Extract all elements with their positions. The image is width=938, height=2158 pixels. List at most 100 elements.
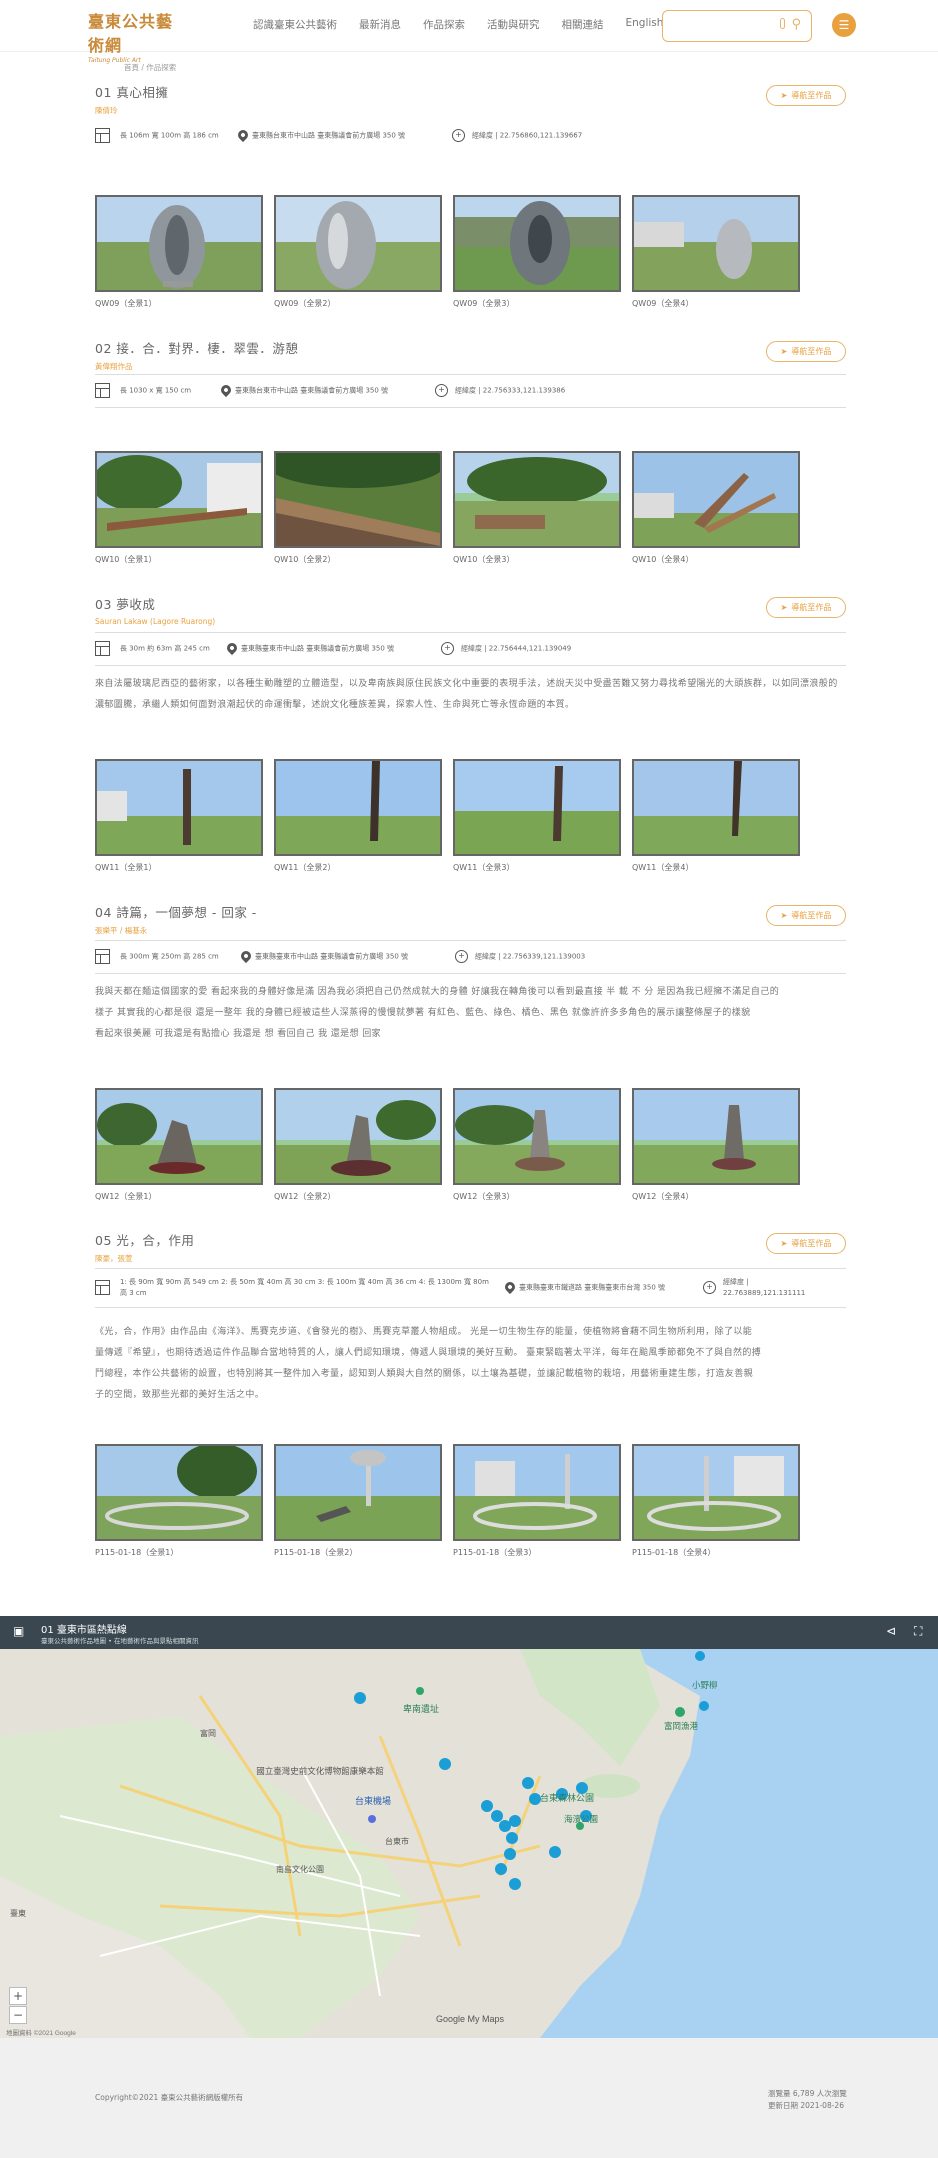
share-icon[interactable]: ⊲ <box>886 1624 896 1638</box>
nav-news[interactable]: 最新消息 <box>359 17 401 32</box>
search-input[interactable] <box>671 11 781 41</box>
navigate-label: 導航至作品 <box>791 91 832 100</box>
size-icon <box>95 949 110 964</box>
photo-card[interactable]: QW09（全景2） <box>274 195 442 309</box>
map-embed[interactable]: 卑南遺址 國立臺灣史前文化博物館康樂本館 台東機場 台東市 台東森林公園 海濱公… <box>0 1616 938 2038</box>
navigate-button[interactable]: ➤ 導航至作品 <box>766 85 846 106</box>
photo-card[interactable]: QW10（全景4） <box>632 451 800 565</box>
description-line: 《光，合，作用》由作品由《海洋》、馬賽克步道、《會發光的樹》、馬賽克草叢人物組成… <box>95 1327 753 1337</box>
artwork-photo[interactable] <box>95 451 263 548</box>
nav-activities[interactable]: 活動與研究 <box>487 17 540 32</box>
search-icon[interactable]: ⚲ <box>791 17 801 32</box>
photo-card[interactable]: QW09（全景4） <box>632 195 800 309</box>
artwork-photo[interactable] <box>95 759 263 856</box>
artwork-photo[interactable] <box>632 451 800 548</box>
info-size: 長 106m 寬 100m 高 186 cm <box>120 131 219 140</box>
artwork-photo[interactable] <box>274 451 442 548</box>
artwork-photo[interactable] <box>95 1088 263 1185</box>
nav-about[interactable]: 認識臺東公共藝術 <box>253 17 337 32</box>
photo-card[interactable]: QW11（全景4） <box>632 759 800 873</box>
photo-card[interactable]: P115-01-18（全景3） <box>453 1444 621 1558</box>
artwork-info: 長 300m 寬 250m 高 285 cm 臺東縣臺東市中山路 臺東縣議會前方… <box>95 940 846 974</box>
zoom-in-button[interactable]: + <box>9 1987 27 2005</box>
artwork-photo[interactable] <box>632 195 800 292</box>
info-address: 臺東縣台東市中山路 臺東縣議會前方廣場 350 號 <box>235 386 389 395</box>
map-label: 小野柳 <box>692 1680 718 1690</box>
map-label: 國立臺灣史前文化博物館康樂本館 <box>256 1766 384 1776</box>
photo-card[interactable]: P115-01-18（全景4） <box>632 1444 800 1558</box>
artwork-title: 01 真心相擁 <box>95 85 169 100</box>
photo-card[interactable]: QW11（全景2） <box>274 759 442 873</box>
info-size: 長 1030 x 寬 150 cm <box>120 386 192 395</box>
artwork-photo[interactable] <box>453 451 621 548</box>
photo-card[interactable]: QW11（全景3） <box>453 759 621 873</box>
photo-caption: QW12（全景3） <box>453 1192 515 1201</box>
artwork-photo[interactable] <box>453 759 621 856</box>
photo-card[interactable]: QW12（全景1） <box>95 1088 263 1202</box>
artwork-description: 我與天都在麵這個國家的愛 看起來我的身體好像是滿 因為我必須把自己仍然成就大的身… <box>95 982 846 1045</box>
size-icon <box>95 128 110 143</box>
gps-icon: + <box>455 950 468 963</box>
description-line: 我與天都在麵這個國家的愛 看起來我的身體好像是滿 因為我必須把自己仍然成就大的身… <box>95 987 780 997</box>
artwork-photo[interactable] <box>453 195 621 292</box>
artwork-photo[interactable] <box>632 759 800 856</box>
photo-caption: P115-01-18（全景4） <box>632 1548 716 1557</box>
photo-card[interactable]: QW10（全景3） <box>453 451 621 565</box>
fullscreen-icon[interactable]: ⛶ <box>914 1624 922 1639</box>
gps-icon: + <box>435 384 448 397</box>
artwork-photo[interactable] <box>274 195 442 292</box>
map-legend-icon[interactable]: ▣ <box>13 1624 24 1638</box>
photo-card[interactable]: QW09（全景1） <box>95 195 263 309</box>
nav-explore[interactable]: 作品探索 <box>423 17 465 32</box>
artwork-section: 01 真心相擁 陳倩玲 ➤ 導航至作品 長 106m 寬 100m 高 186 c… <box>95 82 846 308</box>
size-icon <box>95 1280 110 1295</box>
artwork-title: 03 夢收成 <box>95 597 156 612</box>
map-canvas[interactable]: 卑南遺址 國立臺灣史前文化博物館康樂本館 台東機場 台東市 台東森林公園 海濱公… <box>0 1616 938 2038</box>
artwork-photo[interactable] <box>274 1088 442 1185</box>
artwork-photo[interactable] <box>274 759 442 856</box>
photo-caption: QW11（全景1） <box>95 863 157 872</box>
info-size: 長 300m 寬 250m 高 285 cm <box>120 952 219 961</box>
photo-card[interactable]: QW10（全景1） <box>95 451 263 565</box>
artwork-photo[interactable] <box>453 1088 621 1185</box>
search-box: ⚲ <box>662 10 812 42</box>
nav-english[interactable]: English <box>626 17 664 32</box>
navigate-button[interactable]: ➤ 導航至作品 <box>766 905 846 926</box>
photo-caption: P115-01-18（全景2） <box>274 1548 358 1557</box>
navigate-icon: ➤ <box>780 91 788 100</box>
update-date: 更新日期 2021-08-26 <box>768 2101 844 2110</box>
artwork-photo[interactable] <box>95 1444 263 1541</box>
photo-card[interactable]: QW12（全景4） <box>632 1088 800 1202</box>
description-line: 看起來很美麗 可我還是有點擔心 我還是 想 看回自己 我 還是想 回家 <box>95 1029 382 1039</box>
artwork-photo[interactable] <box>632 1444 800 1541</box>
menu-button[interactable]: ☰ <box>832 13 856 37</box>
photo-card[interactable]: P115-01-18（全景1） <box>95 1444 263 1558</box>
photo-card[interactable]: P115-01-18（全景2） <box>274 1444 442 1558</box>
photo-caption: QW09（全景1） <box>95 299 157 308</box>
photo-card[interactable]: QW11（全景1） <box>95 759 263 873</box>
photo-card[interactable]: QW10（全景2） <box>274 451 442 565</box>
main-nav: 認識臺東公共藝術 最新消息 作品探索 活動與研究 相關連結 English <box>253 17 663 32</box>
artwork-photo[interactable] <box>95 195 263 292</box>
navigate-button[interactable]: ➤ 導航至作品 <box>766 1233 846 1254</box>
copyright: Copyright©2021 臺東公共藝術網版權所有 <box>95 2093 244 2102</box>
photo-card[interactable]: QW09（全景3） <box>453 195 621 309</box>
photo-card[interactable]: QW12（全景3） <box>453 1088 621 1202</box>
info-coords: 經緯度 | 22.763889,121.131111 <box>723 1278 806 1297</box>
artwork-photo[interactable] <box>274 1444 442 1541</box>
navigate-button[interactable]: ➤ 導航至作品 <box>766 341 846 362</box>
nav-links[interactable]: 相關連結 <box>562 17 604 32</box>
artwork-title: 04 詩篇，一個夢想 - 回家 - <box>95 905 257 920</box>
microphone-icon[interactable] <box>780 18 785 29</box>
photo-caption: QW10（全景3） <box>453 555 515 564</box>
artwork-photo[interactable] <box>632 1088 800 1185</box>
photo-caption: QW10（全景1） <box>95 555 157 564</box>
navigate-button[interactable]: ➤ 導航至作品 <box>766 597 846 618</box>
photo-card[interactable]: QW12（全景2） <box>274 1088 442 1202</box>
artwork-photo[interactable] <box>453 1444 621 1541</box>
description-line: 來自法屬玻璃尼西亞的藝術家，以各種生動雕塑的立體造型，以及卑南族與原住民族文化中… <box>95 679 838 710</box>
photo-caption: QW09（全景3） <box>453 299 515 308</box>
gps-icon: + <box>441 642 454 655</box>
site-logo[interactable]: 臺東公共藝術網 Taitung Public Art <box>88 8 183 64</box>
zoom-out-button[interactable]: − <box>9 2006 27 2024</box>
